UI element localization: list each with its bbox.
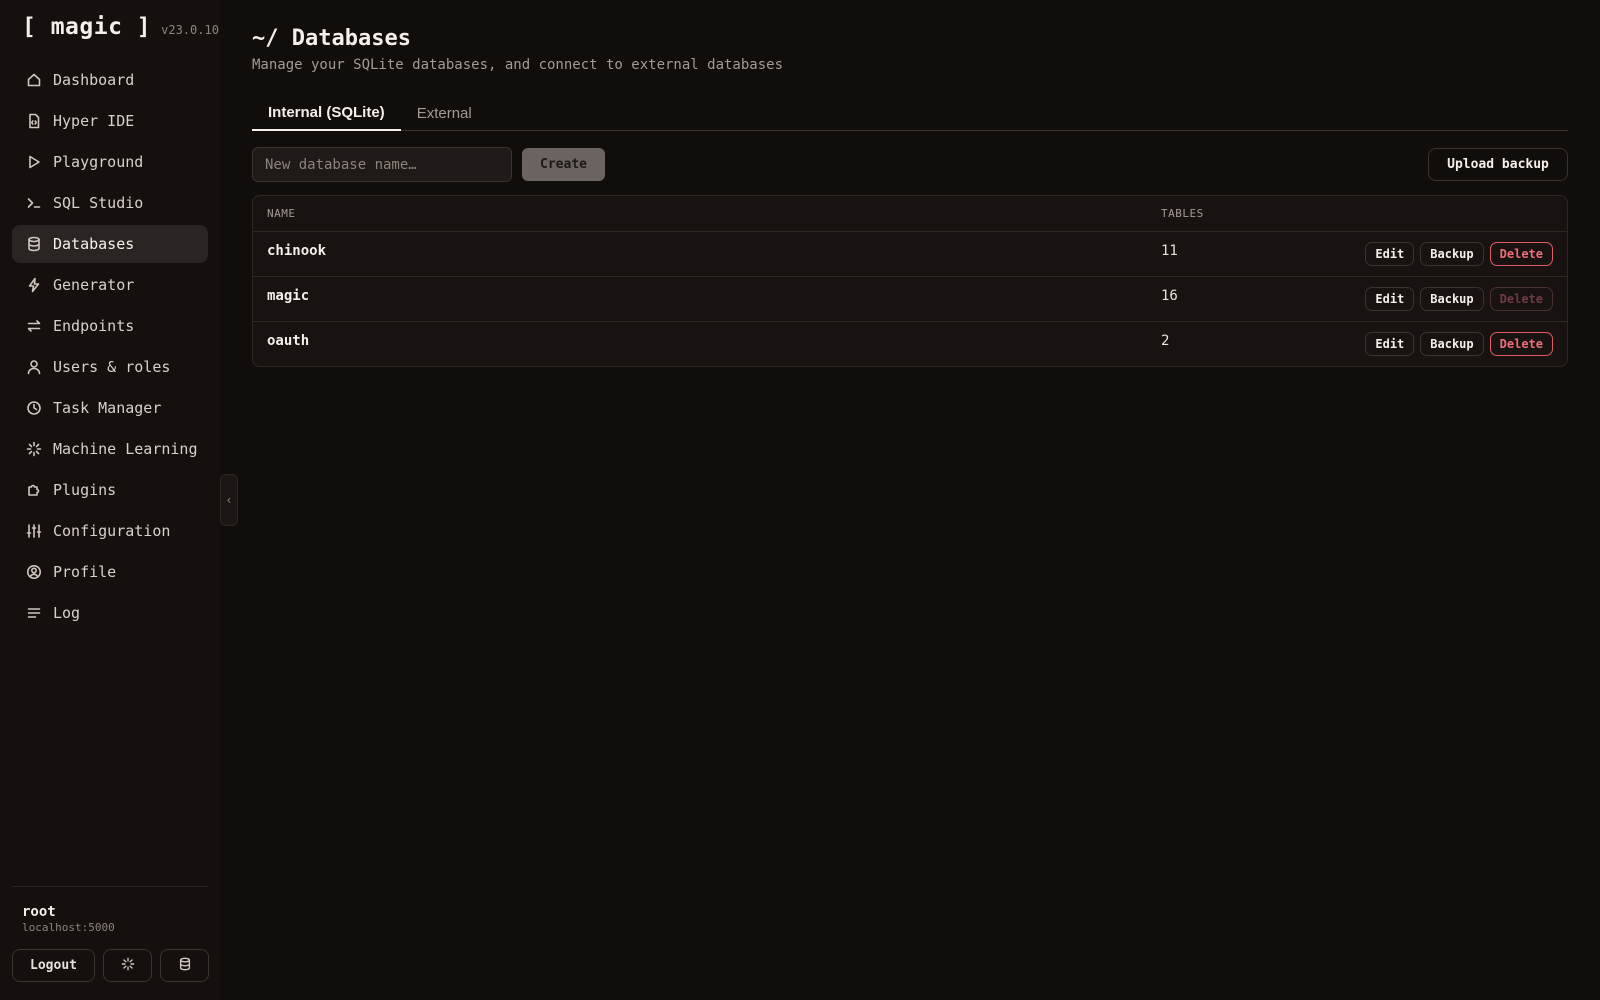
- chevron-left-icon: ‹: [225, 493, 233, 507]
- sidebar-item-task-manager[interactable]: Task Manager: [12, 389, 208, 427]
- edit-button[interactable]: Edit: [1365, 332, 1415, 356]
- theme-button[interactable]: [103, 949, 152, 982]
- sparkle-icon: [121, 957, 135, 975]
- sidebar-item-label: Profile: [53, 563, 117, 581]
- sidebar-item-label: Task Manager: [53, 399, 162, 417]
- sidebar-item-machine-learning[interactable]: Machine Learning: [12, 430, 208, 468]
- create-button[interactable]: Create: [522, 148, 605, 181]
- clock-icon: [26, 400, 42, 416]
- table-count: 11: [1161, 243, 1178, 259]
- sidebar-item-log[interactable]: Log: [12, 594, 208, 632]
- sidebar-item-label: SQL Studio: [53, 194, 144, 212]
- column-header-name: NAME: [267, 207, 296, 220]
- play-icon: [26, 154, 42, 170]
- table-header: NAME TABLES: [253, 196, 1567, 232]
- sidebar-item-label: Dashboard: [53, 71, 135, 89]
- table-row: magic 16 Edit Backup Delete: [253, 277, 1567, 322]
- backup-button[interactable]: Backup: [1420, 242, 1484, 266]
- page-title: ~/ Databases: [252, 26, 411, 51]
- sliders-icon: [26, 523, 42, 539]
- sidebar-item-label: Playground: [53, 153, 144, 171]
- sidebar-item-plugins[interactable]: Plugins: [12, 471, 208, 509]
- table-row: chinook 11 Edit Backup Delete: [253, 232, 1567, 277]
- sidebar-item-label: Machine Learning: [53, 440, 198, 458]
- user-name: root: [22, 904, 56, 920]
- backup-button[interactable]: Backup: [1420, 332, 1484, 356]
- user-icon: [26, 359, 42, 375]
- database-icon: [26, 236, 42, 252]
- table-count: 16: [1161, 288, 1178, 304]
- sparkle-icon: [26, 441, 42, 457]
- row-actions: Edit Backup Delete: [1365, 332, 1553, 356]
- sidebar-item-label: Databases: [53, 235, 135, 253]
- file-code-icon: [26, 113, 42, 129]
- sidebar-divider: [12, 886, 208, 887]
- sidebar-item-databases[interactable]: Databases: [12, 225, 208, 263]
- table-row: oauth 2 Edit Backup Delete: [253, 322, 1567, 366]
- sidebar-item-configuration[interactable]: Configuration: [12, 512, 208, 550]
- puzzle-icon: [26, 482, 42, 498]
- database-name: magic: [267, 288, 310, 304]
- backup-button[interactable]: Backup: [1420, 287, 1484, 311]
- delete-button: Delete: [1489, 287, 1553, 311]
- sidebar-item-users-roles[interactable]: Users & roles: [12, 348, 208, 386]
- brand: [ magic ] v23.0.10: [22, 14, 219, 40]
- sidebar-item-hyper-ide[interactable]: Hyper IDE: [12, 102, 208, 140]
- sidebar-item-endpoints[interactable]: Endpoints: [12, 307, 208, 345]
- app-version: v23.0.10: [161, 23, 219, 37]
- delete-button[interactable]: Delete: [1489, 332, 1553, 356]
- user-host: localhost:5000: [22, 921, 115, 934]
- database-name: oauth: [267, 333, 310, 349]
- databases-table: NAME TABLES chinook 11 Edit Backup Delet…: [252, 195, 1568, 367]
- edit-button[interactable]: Edit: [1365, 287, 1415, 311]
- terminal-icon: [26, 195, 42, 211]
- database-icon: [178, 957, 192, 975]
- upload-backup-button[interactable]: Upload backup: [1428, 148, 1568, 181]
- sidebar-item-label: Generator: [53, 276, 135, 294]
- column-header-tables: TABLES: [1161, 207, 1204, 220]
- arrows-exchange-icon: [26, 318, 42, 334]
- app-name: [ magic ]: [22, 14, 152, 40]
- user-circle-icon: [26, 564, 42, 580]
- delete-button[interactable]: Delete: [1489, 242, 1553, 266]
- table-count: 2: [1161, 333, 1170, 349]
- database-button[interactable]: [160, 949, 209, 982]
- sidebar-item-playground[interactable]: Playground: [12, 143, 208, 181]
- row-actions: Edit Backup Delete: [1365, 287, 1553, 311]
- sidebar-item-generator[interactable]: Generator: [12, 266, 208, 304]
- sidebar-item-sql-studio[interactable]: SQL Studio: [12, 184, 208, 222]
- tab-bar: Internal (SQLite) External: [252, 96, 1568, 131]
- edit-button[interactable]: Edit: [1365, 242, 1415, 266]
- sidebar-item-label: Log: [53, 604, 81, 622]
- tab-internal-sqlite[interactable]: Internal (SQLite): [252, 96, 401, 131]
- sidebar-nav: Dashboard Hyper IDE Playground SQL Studi…: [12, 61, 208, 635]
- sidebar-item-label: Configuration: [53, 522, 171, 540]
- sidebar-item-label: Endpoints: [53, 317, 135, 335]
- sidebar-item-label: Users & roles: [53, 358, 171, 376]
- lightning-icon: [26, 277, 42, 293]
- sidebar-item-dashboard[interactable]: Dashboard: [12, 61, 208, 99]
- database-name: chinook: [267, 243, 327, 259]
- logout-button[interactable]: Logout: [12, 949, 95, 982]
- lines-icon: [26, 605, 42, 621]
- sidebar-item-label: Plugins: [53, 481, 117, 499]
- tab-external[interactable]: External: [401, 96, 488, 131]
- sidebar-collapse-handle[interactable]: ‹: [220, 474, 238, 526]
- sidebar-item-profile[interactable]: Profile: [12, 553, 208, 591]
- sidebar-item-label: Hyper IDE: [53, 112, 135, 130]
- home-icon: [26, 72, 42, 88]
- sidebar: [ magic ] v23.0.10 Dashboard Hyper IDE P…: [0, 0, 220, 1000]
- new-database-name-input[interactable]: [252, 147, 512, 182]
- page-subtitle: Manage your SQLite databases, and connec…: [252, 57, 784, 73]
- row-actions: Edit Backup Delete: [1365, 242, 1553, 266]
